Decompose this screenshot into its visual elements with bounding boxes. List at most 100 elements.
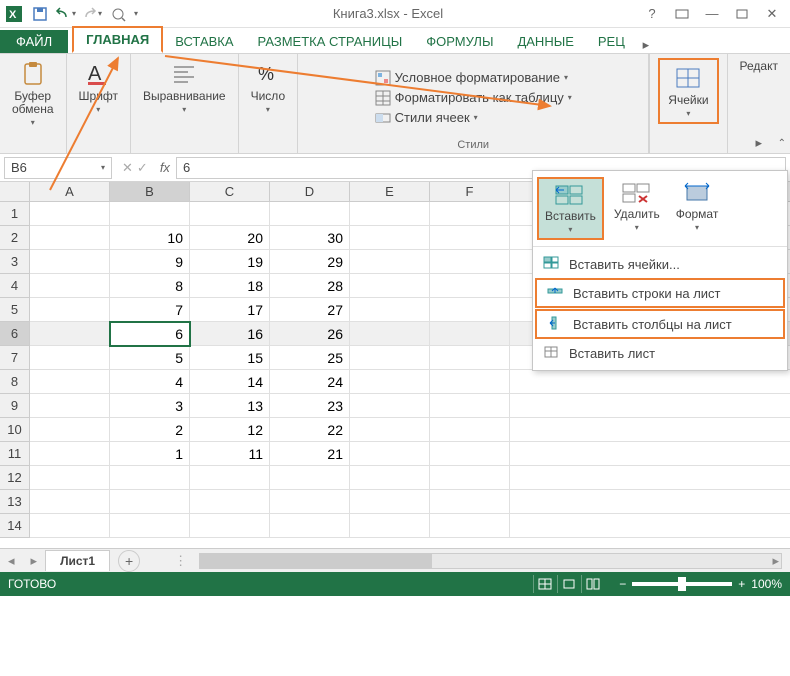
- cell[interactable]: [30, 274, 110, 298]
- cell[interactable]: 28: [270, 274, 350, 298]
- format-cells-button[interactable]: Формат ▾: [670, 177, 725, 240]
- menu-insert-columns[interactable]: Вставить столбцы на лист: [535, 309, 785, 339]
- cell[interactable]: [30, 250, 110, 274]
- cell[interactable]: 9: [110, 250, 190, 274]
- help-icon[interactable]: ?: [638, 4, 666, 24]
- row-header[interactable]: 2: [0, 226, 30, 250]
- cell[interactable]: [350, 274, 430, 298]
- row-header[interactable]: 13: [0, 490, 30, 514]
- cell[interactable]: 16: [190, 322, 270, 346]
- cell[interactable]: 21: [270, 442, 350, 466]
- cell[interactable]: [30, 442, 110, 466]
- row-header[interactable]: 4: [0, 274, 30, 298]
- cell[interactable]: [30, 226, 110, 250]
- cell[interactable]: [190, 202, 270, 226]
- cell[interactable]: [350, 490, 430, 514]
- tab-page-layout[interactable]: РАЗМЕТКА СТРАНИЦЫ: [246, 30, 415, 53]
- cell[interactable]: 10: [110, 226, 190, 250]
- zoom-slider[interactable]: [632, 582, 732, 586]
- cell[interactable]: [30, 202, 110, 226]
- horizontal-scrollbar[interactable]: ◂ ▸: [199, 553, 782, 569]
- cell[interactable]: [430, 346, 510, 370]
- menu-insert-rows[interactable]: Вставить строки на лист: [535, 278, 785, 308]
- cell[interactable]: 14: [190, 370, 270, 394]
- cell[interactable]: 1: [110, 442, 190, 466]
- font-button[interactable]: A Шрифт ▾: [75, 58, 122, 116]
- cell[interactable]: 11: [190, 442, 270, 466]
- cell[interactable]: [30, 418, 110, 442]
- cell[interactable]: 15: [190, 346, 270, 370]
- row-header[interactable]: 6: [0, 322, 30, 346]
- undo-icon[interactable]: ▾: [56, 4, 76, 24]
- split-handle-icon[interactable]: ⋮: [170, 553, 191, 569]
- sheet-nav-prev-icon[interactable]: ◂: [0, 553, 23, 569]
- cell[interactable]: [30, 298, 110, 322]
- cell[interactable]: [430, 250, 510, 274]
- cell[interactable]: [350, 514, 430, 538]
- page-layout-view-icon[interactable]: [557, 575, 579, 593]
- select-all-corner[interactable]: [0, 182, 30, 202]
- cell[interactable]: 18: [190, 274, 270, 298]
- conditional-formatting-button[interactable]: Условное форматирование ▾: [373, 69, 574, 87]
- row-header[interactable]: 10: [0, 418, 30, 442]
- sheet-nav-next-icon[interactable]: ▸: [23, 553, 46, 569]
- zoom-level[interactable]: 100%: [751, 577, 782, 591]
- cell[interactable]: [30, 370, 110, 394]
- cell[interactable]: [350, 202, 430, 226]
- cell[interactable]: 8: [110, 274, 190, 298]
- cell[interactable]: [350, 226, 430, 250]
- tab-review[interactable]: РЕЦ: [586, 30, 637, 53]
- sheet-tab[interactable]: Лист1: [45, 550, 110, 571]
- cell[interactable]: 13: [190, 394, 270, 418]
- tab-file[interactable]: ФАЙЛ: [0, 30, 68, 53]
- cell[interactable]: 27: [270, 298, 350, 322]
- cell[interactable]: [350, 466, 430, 490]
- column-header[interactable]: F: [430, 182, 510, 202]
- cell[interactable]: [190, 514, 270, 538]
- column-header[interactable]: E: [350, 182, 430, 202]
- row-header[interactable]: 1: [0, 202, 30, 226]
- tab-formulas[interactable]: ФОРМУЛЫ: [414, 30, 505, 53]
- cell[interactable]: [430, 202, 510, 226]
- cell[interactable]: 4: [110, 370, 190, 394]
- alignment-button[interactable]: Выравнивание ▾: [139, 58, 230, 116]
- cell[interactable]: [110, 466, 190, 490]
- cell[interactable]: [430, 298, 510, 322]
- cell[interactable]: [30, 394, 110, 418]
- row-header[interactable]: 12: [0, 466, 30, 490]
- row-header[interactable]: 3: [0, 250, 30, 274]
- column-header[interactable]: C: [190, 182, 270, 202]
- cell[interactable]: [270, 466, 350, 490]
- cell[interactable]: [270, 514, 350, 538]
- minimize-icon[interactable]: —: [698, 4, 726, 24]
- add-sheet-button[interactable]: +: [118, 550, 140, 572]
- cell[interactable]: [30, 466, 110, 490]
- cell[interactable]: [270, 202, 350, 226]
- quick-print-icon[interactable]: [108, 4, 128, 24]
- cancel-icon[interactable]: ✕: [122, 160, 133, 176]
- cell[interactable]: 7: [110, 298, 190, 322]
- scrollbar-thumb[interactable]: [200, 554, 432, 568]
- menu-insert-cells[interactable]: Вставить ячейки...: [533, 251, 787, 277]
- cell[interactable]: 24: [270, 370, 350, 394]
- cell[interactable]: [430, 442, 510, 466]
- row-header[interactable]: 8: [0, 370, 30, 394]
- zoom-in-button[interactable]: +: [738, 577, 745, 591]
- cell[interactable]: [190, 466, 270, 490]
- cell[interactable]: [30, 490, 110, 514]
- cell[interactable]: [30, 346, 110, 370]
- cell[interactable]: [110, 202, 190, 226]
- cell[interactable]: [350, 298, 430, 322]
- cell[interactable]: [430, 322, 510, 346]
- cell[interactable]: 12: [190, 418, 270, 442]
- close-icon[interactable]: ✕: [758, 4, 786, 24]
- cell[interactable]: 25: [270, 346, 350, 370]
- cell[interactable]: [110, 514, 190, 538]
- cell[interactable]: 17: [190, 298, 270, 322]
- cell[interactable]: 30: [270, 226, 350, 250]
- row-header[interactable]: 11: [0, 442, 30, 466]
- cell[interactable]: 22: [270, 418, 350, 442]
- cell[interactable]: 2: [110, 418, 190, 442]
- cell[interactable]: 3: [110, 394, 190, 418]
- cell[interactable]: 26: [270, 322, 350, 346]
